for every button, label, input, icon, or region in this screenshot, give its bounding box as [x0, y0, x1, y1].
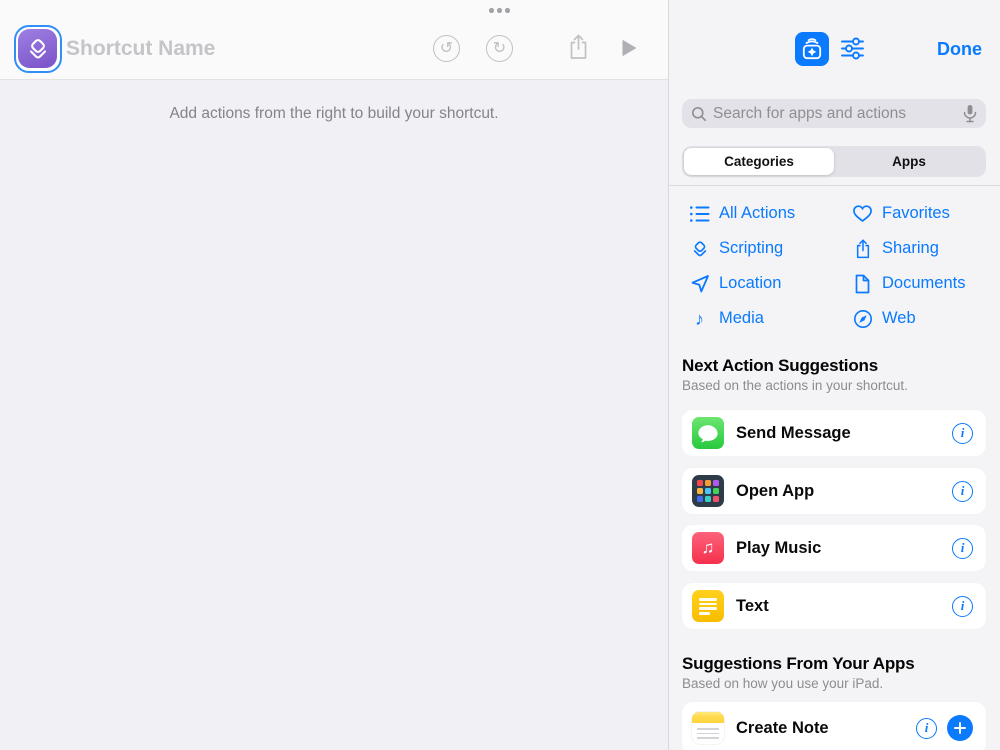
run-shortcut-button[interactable]	[621, 38, 638, 58]
action-card-text[interactable]: Text i	[682, 583, 986, 629]
search-icon	[691, 106, 707, 122]
action-card-send-message[interactable]: Send Message i	[682, 410, 986, 456]
tab-categories[interactable]: Categories	[684, 148, 834, 175]
shortcut-icon-button[interactable]	[14, 25, 62, 73]
open-app-icon	[692, 475, 724, 507]
text-action-icon	[692, 590, 724, 622]
notes-app-icon	[692, 712, 724, 744]
shortcuts-app-window: Shortcut Name ↺ ↻ Add actions from the r…	[0, 0, 1000, 750]
section-title-suggestions-from-your-apps: Suggestions From Your Apps	[682, 654, 915, 674]
info-icon[interactable]: i	[952, 538, 973, 559]
action-card-play-music[interactable]: ♫ Play Music i	[682, 525, 986, 571]
search-input[interactable]	[713, 105, 957, 123]
category-scripting[interactable]: Scripting	[682, 231, 845, 266]
share-icon	[852, 238, 873, 259]
tab-apps[interactable]: Apps	[834, 148, 984, 175]
shortcuts-glyph-icon	[18, 29, 57, 68]
list-bullet-icon	[689, 203, 710, 224]
messages-app-icon	[692, 417, 724, 449]
section-subtitle: Based on how you use your iPad.	[682, 676, 883, 691]
scripting-icon	[689, 238, 710, 259]
action-library-panel: Done Categories Apps	[669, 0, 1000, 750]
done-button[interactable]: Done	[937, 39, 982, 60]
section-subtitle: Based on the actions in your shortcut.	[682, 378, 908, 393]
category-grid: All Actions Favorites Scripting	[682, 196, 986, 336]
share-icon	[568, 34, 589, 60]
section-title-next-action-suggestions: Next Action Suggestions	[682, 356, 878, 376]
heart-icon	[852, 203, 873, 224]
dictation-mic-icon[interactable]	[963, 104, 977, 124]
divider	[669, 185, 1000, 186]
category-location[interactable]: Location	[682, 266, 845, 301]
action-card-open-app[interactable]: Open App i	[682, 468, 986, 514]
shortcut-editor-panel: Shortcut Name ↺ ↻ Add actions from the r…	[0, 0, 669, 750]
plus-icon	[954, 722, 966, 734]
category-sharing[interactable]: Sharing	[845, 231, 986, 266]
category-documents[interactable]: Documents	[845, 266, 986, 301]
music-app-icon: ♫	[692, 532, 724, 564]
category-web[interactable]: Web	[845, 301, 986, 336]
redo-button[interactable]: ↻	[486, 35, 513, 62]
sliders-icon	[839, 35, 866, 62]
empty-canvas-hint: Add actions from the right to build your…	[0, 105, 668, 123]
compass-icon	[852, 308, 873, 329]
add-action-button[interactable]	[947, 715, 973, 741]
share-button[interactable]	[568, 34, 589, 60]
music-note-icon: ♪	[689, 308, 710, 329]
play-icon	[621, 38, 638, 58]
document-icon	[852, 273, 873, 294]
info-icon[interactable]: i	[952, 596, 973, 617]
action-card-create-note[interactable]: Create Note i	[682, 702, 986, 750]
multitasking-indicator-icon	[489, 8, 510, 13]
info-icon[interactable]: i	[952, 423, 973, 444]
category-apps-segmented-control: Categories Apps	[682, 146, 986, 177]
undo-button[interactable]: ↺	[433, 35, 460, 62]
category-favorites[interactable]: Favorites	[845, 196, 986, 231]
info-icon[interactable]: i	[916, 718, 937, 739]
filter-settings-button[interactable]	[839, 35, 866, 62]
action-library-icon	[799, 36, 825, 62]
info-icon[interactable]: i	[952, 481, 973, 502]
shortcut-name-field[interactable]: Shortcut Name	[66, 25, 215, 73]
category-all-actions[interactable]: All Actions	[682, 196, 845, 231]
category-media[interactable]: ♪ Media	[682, 301, 845, 336]
location-arrow-icon	[689, 273, 710, 294]
action-library-toggle-button[interactable]	[795, 32, 829, 66]
search-bar	[682, 99, 986, 128]
